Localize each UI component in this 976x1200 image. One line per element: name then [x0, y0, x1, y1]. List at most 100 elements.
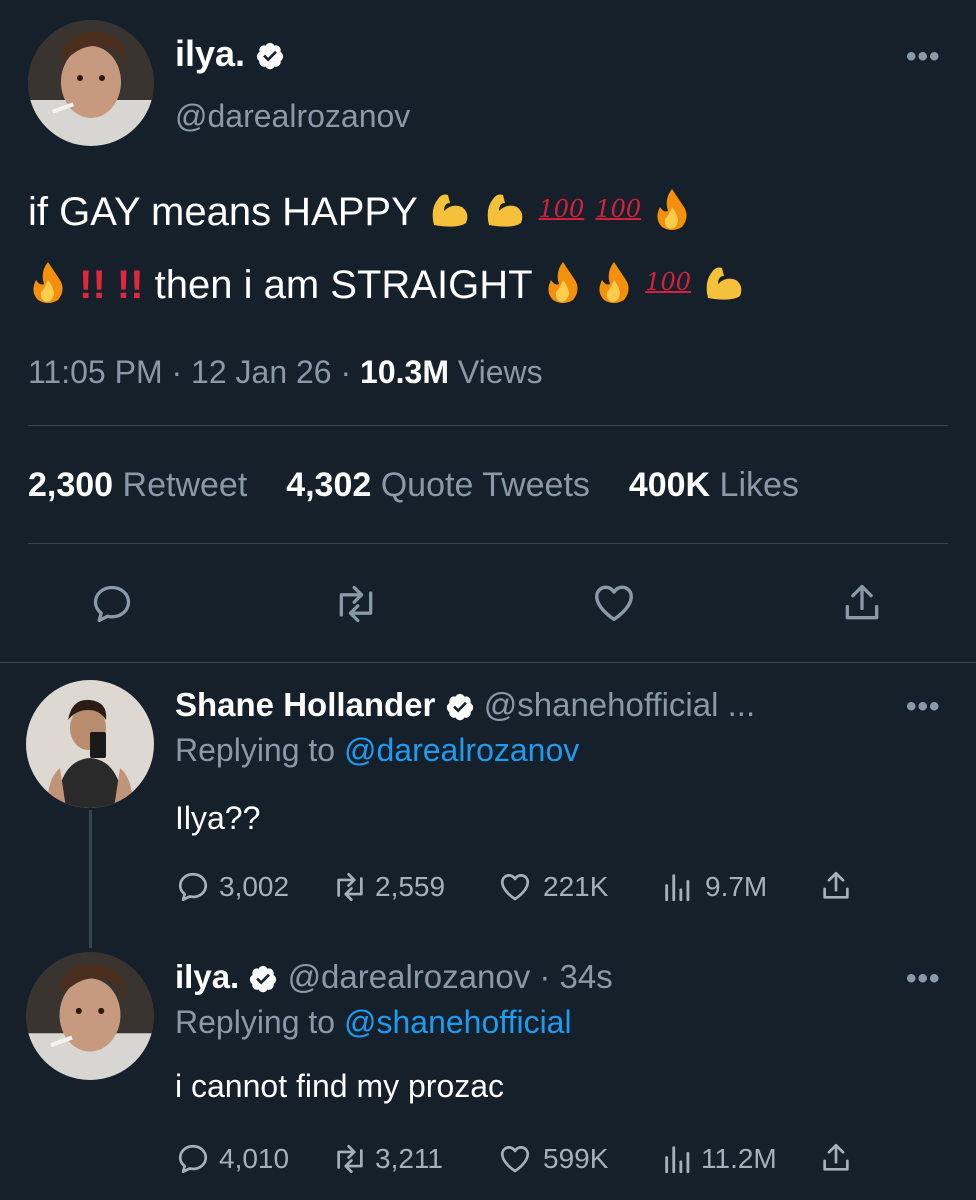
retweet-button[interactable]: 2,559	[331, 870, 445, 904]
replying-to-label: Replying to	[175, 1004, 336, 1040]
author-display-name[interactable]: ilya.	[175, 33, 245, 74]
hundred-points-icon: 100	[538, 195, 585, 223]
share-button[interactable]	[819, 868, 853, 904]
heart-icon	[500, 874, 530, 901]
reply-handle-time[interactable]: @darealrozanov · 34s	[288, 958, 613, 995]
likes-stat[interactable]: 400K Likes	[629, 466, 799, 504]
quote-tweets-stat[interactable]: 4,302 Quote Tweets	[286, 466, 599, 504]
retweet-icon	[337, 872, 363, 902]
replying-to-label: Replying to	[175, 732, 336, 768]
tweet-text-line-1: if GAY means HAPPY 100 100	[28, 185, 692, 242]
more-options-icon[interactable]: •••	[906, 40, 941, 74]
fire-icon	[543, 260, 583, 315]
fire-icon	[594, 260, 634, 315]
tweet-meta: 11:05 PM · 12 Jan 26 · 10.3M Views	[28, 354, 543, 391]
share-icon	[823, 1143, 849, 1171]
retweet-count: 3,211	[375, 1143, 443, 1174]
more-options-icon[interactable]: •••	[906, 690, 941, 724]
avatar-photo-icon	[26, 680, 154, 808]
replying-to: Replying to @darealrozanov	[175, 732, 579, 769]
retweets-stat[interactable]: 2,300 Retweet	[28, 466, 257, 504]
heart-icon	[595, 585, 633, 622]
reply-author-row[interactable]: Shane Hollander @shanehofficial ...	[175, 684, 755, 726]
views-button[interactable]: 11.2M	[661, 1142, 777, 1176]
reply-text: i cannot find my prozac	[175, 1068, 505, 1104]
heart-icon	[500, 1146, 530, 1173]
verified-badge-icon	[256, 43, 284, 70]
author-avatar[interactable]	[28, 20, 154, 146]
tweet-date[interactable]: 12 Jan 26	[191, 354, 332, 390]
like-count: 599K	[543, 1143, 609, 1174]
reply-button[interactable]: 3,002	[175, 870, 289, 904]
reply-button[interactable]	[88, 582, 136, 626]
reply-count: 4,010	[219, 1143, 290, 1174]
reply-count: 3,002	[219, 871, 290, 902]
reply-display-name[interactable]: Shane Hollander	[175, 686, 435, 723]
analytics-icon	[665, 1146, 690, 1174]
share-button[interactable]	[819, 1140, 853, 1176]
views-label: Views	[457, 354, 543, 390]
like-button[interactable]	[590, 580, 638, 626]
reply-icon	[178, 1144, 208, 1174]
reply-handle[interactable]: @shanehofficial ...	[484, 686, 755, 723]
flexed-biceps-icon	[428, 189, 472, 240]
tweet-text-part: then i am STRAIGHT	[154, 263, 532, 307]
share-button[interactable]	[840, 580, 884, 626]
likes-label: Likes	[719, 466, 799, 504]
avatar-photo-icon	[26, 952, 154, 1080]
hundred-points-icon: 100	[595, 195, 642, 223]
fire-icon	[28, 260, 68, 315]
share-icon	[845, 584, 879, 620]
thread-connector	[89, 810, 92, 948]
more-options-icon[interactable]: •••	[906, 962, 941, 996]
views-count: 9.7M	[705, 871, 768, 902]
reply-icon	[178, 872, 208, 902]
like-button[interactable]: 221K	[497, 870, 608, 904]
reply-author-avatar[interactable]	[26, 680, 154, 808]
flexed-biceps-icon	[483, 189, 527, 240]
views-button[interactable]: 9.7M	[661, 870, 767, 904]
verified-badge-icon	[250, 966, 277, 993]
reply-actions: 3,002 2,559 221K 9.7M	[175, 868, 895, 912]
double-exclamation-icon: !!	[79, 263, 106, 307]
reply-author-row[interactable]: ilya. @darealrozanov · 34s	[175, 956, 613, 998]
author-name-row[interactable]: ilya.	[175, 32, 285, 76]
replying-to-link[interactable]: @shanehofficial	[344, 1004, 572, 1040]
replying-to: Replying to @shanehofficial	[175, 1004, 572, 1041]
tweet-text-part: if GAY means HAPPY	[28, 190, 418, 234]
analytics-icon	[665, 874, 690, 902]
like-count: 221K	[543, 871, 609, 902]
double-exclamation-icon: !!	[116, 263, 144, 307]
author-handle[interactable]: @darealrozanov	[175, 98, 410, 135]
quote-tweets-count: 4,302	[286, 466, 372, 504]
tweet-time[interactable]: 11:05 PM	[28, 354, 163, 390]
retweet-button[interactable]: 3,211	[331, 1142, 443, 1176]
reply-actions: 4,010 3,211 599K 11.2M	[175, 1140, 895, 1184]
divider	[28, 543, 948, 544]
views-count: 10.3M	[360, 354, 449, 390]
avatar-photo-icon	[28, 20, 154, 146]
reply-icon	[93, 585, 131, 623]
reply-display-name[interactable]: ilya.	[175, 958, 239, 995]
flexed-biceps-icon	[702, 262, 746, 313]
divider	[0, 662, 976, 663]
separator: ·	[171, 354, 183, 390]
separator: ·	[340, 354, 352, 390]
reply-author-avatar[interactable]	[26, 952, 154, 1080]
replying-to-link[interactable]: @darealrozanov	[344, 732, 579, 768]
retweet-button[interactable]	[330, 582, 382, 626]
fire-icon	[652, 187, 692, 242]
tweet-text-line-2: !! !! then i am STRAIGHT 100	[28, 258, 746, 315]
likes-count: 400K	[628, 466, 711, 504]
quote-tweets-label: Quote Tweets	[380, 466, 590, 504]
tweet-stats: 2,300 Retweet 4,302 Quote Tweets 400K Li…	[28, 466, 799, 505]
views-count: 11.2M	[701, 1143, 777, 1174]
like-button[interactable]: 599K	[497, 1142, 608, 1176]
verified-badge-icon	[446, 694, 473, 721]
reply-text: Ilya??	[175, 800, 261, 836]
retweet-icon	[339, 585, 373, 623]
retweet-icon	[337, 1144, 363, 1174]
hundred-points-icon: 100	[645, 268, 691, 296]
divider	[28, 425, 948, 426]
reply-button[interactable]: 4,010	[175, 1142, 289, 1176]
